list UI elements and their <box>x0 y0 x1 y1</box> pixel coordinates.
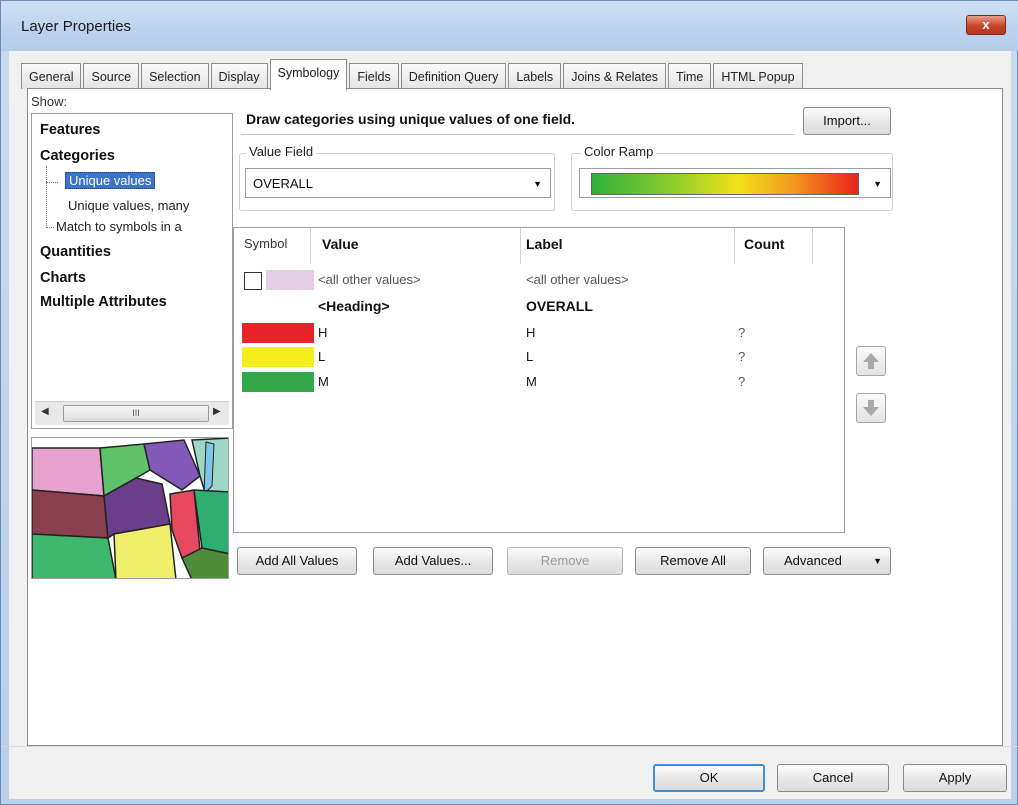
renderer-description: Draw categories using unique values of o… <box>241 99 795 135</box>
scroll-left-icon[interactable]: ◀ <box>41 406 49 417</box>
scrollbar-thumb[interactable]: III <box>63 405 209 422</box>
cell-value: <Heading> <box>318 298 390 314</box>
header-count[interactable]: Count <box>744 236 784 252</box>
tab-definition-query[interactable]: Definition Query <box>400 63 507 89</box>
close-icon: x <box>982 17 990 32</box>
cell-value: L <box>318 349 326 364</box>
apply-button[interactable]: Apply <box>903 764 1007 792</box>
add-values-button[interactable]: Add Values... <box>373 547 493 575</box>
cell-count: ? <box>738 349 746 364</box>
advanced-button[interactable]: Advanced ▼ <box>763 547 891 575</box>
tab-source[interactable]: Source <box>83 63 140 89</box>
table-row[interactable]: H H ? <box>234 322 844 344</box>
cancel-button[interactable]: Cancel <box>777 764 889 792</box>
tab-joins-relates[interactable]: Joins & Relates <box>563 63 667 89</box>
layer-properties-window: Layer Properties x General Source Select… <box>0 0 1018 805</box>
all-other-values-checkbox[interactable] <box>244 272 262 290</box>
import-button[interactable]: Import... <box>803 107 891 135</box>
symbol-swatch[interactable] <box>242 323 314 343</box>
symbol-swatch[interactable] <box>242 347 314 367</box>
cell-count: ? <box>738 325 746 340</box>
tree-item-categories[interactable]: Categories <box>40 148 115 164</box>
tree-item-quantities[interactable]: Quantities <box>40 244 111 260</box>
column-divider <box>734 228 735 264</box>
tree-horizontal-scrollbar[interactable]: ◀ III ▶ <box>35 401 229 425</box>
add-all-values-button[interactable]: Add All Values <box>237 547 357 575</box>
arrow-up-icon <box>863 353 879 369</box>
move-up-button[interactable] <box>856 346 886 376</box>
tab-labels[interactable]: Labels <box>508 63 562 89</box>
tree-item-features[interactable]: Features <box>40 122 100 138</box>
tab-selection[interactable]: Selection <box>141 63 209 89</box>
map-preview <box>31 437 229 579</box>
table-row[interactable]: L L ? <box>234 346 844 368</box>
table-row[interactable]: <Heading> OVERALL <box>234 295 844 317</box>
cell-count: ? <box>738 374 746 389</box>
renderer-tree[interactable]: Features Categories Unique values Unique… <box>31 113 233 429</box>
header-label[interactable]: Label <box>526 236 563 252</box>
symbol-classes-table[interactable]: Symbol Value Label Count <all other valu… <box>233 227 845 533</box>
move-down-button[interactable] <box>856 393 886 423</box>
tree-item-match-to-symbols[interactable]: Match to symbols in a <box>56 219 182 234</box>
close-button[interactable]: x <box>966 15 1006 35</box>
symbol-swatch[interactable] <box>266 270 314 290</box>
map-preview-image <box>32 438 228 578</box>
window-title: Layer Properties <box>21 18 132 35</box>
tree-item-multiple-attributes[interactable]: Multiple Attributes <box>40 294 167 310</box>
show-label: Show: <box>31 94 68 109</box>
tab-strip: General Source Selection Display Symbolo… <box>21 59 805 90</box>
arrow-down-icon <box>863 400 879 416</box>
tree-connector <box>46 166 47 228</box>
advanced-label: Advanced <box>784 553 842 568</box>
header-symbol[interactable]: Symbol <box>244 236 287 251</box>
color-ramp-gradient <box>591 173 859 195</box>
tab-html-popup[interactable]: HTML Popup <box>713 63 803 89</box>
cell-value: M <box>318 374 329 389</box>
column-divider <box>812 228 813 264</box>
footer-divider <box>1 746 1018 747</box>
cell-label: H <box>526 325 536 340</box>
chevron-down-icon: ▼ <box>873 179 882 189</box>
symbol-swatch[interactable] <box>242 372 314 392</box>
column-divider <box>310 228 311 264</box>
ok-button[interactable]: OK <box>653 764 765 792</box>
tree-connector <box>46 227 54 228</box>
cell-label: <all other values> <box>526 272 629 287</box>
cell-value: <all other values> <box>318 272 421 287</box>
column-divider <box>520 228 521 264</box>
table-row[interactable]: M M ? <box>234 371 844 393</box>
remove-all-button[interactable]: Remove All <box>635 547 751 575</box>
cell-label: L <box>526 349 534 364</box>
title-bar: Layer Properties x <box>1 1 1018 51</box>
cell-label: OVERALL <box>526 298 593 314</box>
tab-time[interactable]: Time <box>668 63 712 89</box>
scroll-right-icon[interactable]: ▶ <box>213 406 221 417</box>
value-field-value: OVERALL <box>253 176 313 191</box>
tree-item-charts[interactable]: Charts <box>40 270 86 286</box>
tab-general[interactable]: General <box>21 63 82 89</box>
tab-fields[interactable]: Fields <box>349 63 399 89</box>
value-field-label: Value Field <box>246 144 317 159</box>
header-value[interactable]: Value <box>322 236 359 252</box>
tree-item-unique-values-many[interactable]: Unique values, many <box>68 198 189 213</box>
chevron-down-icon: ▼ <box>533 179 542 189</box>
value-field-select[interactable]: OVERALL ▼ <box>245 168 551 198</box>
tree-item-unique-values[interactable]: Unique values <box>65 172 156 189</box>
tab-symbology[interactable]: Symbology <box>269 59 348 90</box>
chevron-down-icon: ▼ <box>873 556 882 566</box>
color-ramp-label: Color Ramp <box>581 144 657 159</box>
tab-display[interactable]: Display <box>210 63 268 89</box>
table-row[interactable]: <all other values> <all other values> <box>234 269 844 291</box>
remove-button[interactable]: Remove <box>507 547 623 575</box>
cell-label: M <box>526 374 537 389</box>
tree-connector <box>46 182 58 183</box>
cell-value: H <box>318 325 328 340</box>
